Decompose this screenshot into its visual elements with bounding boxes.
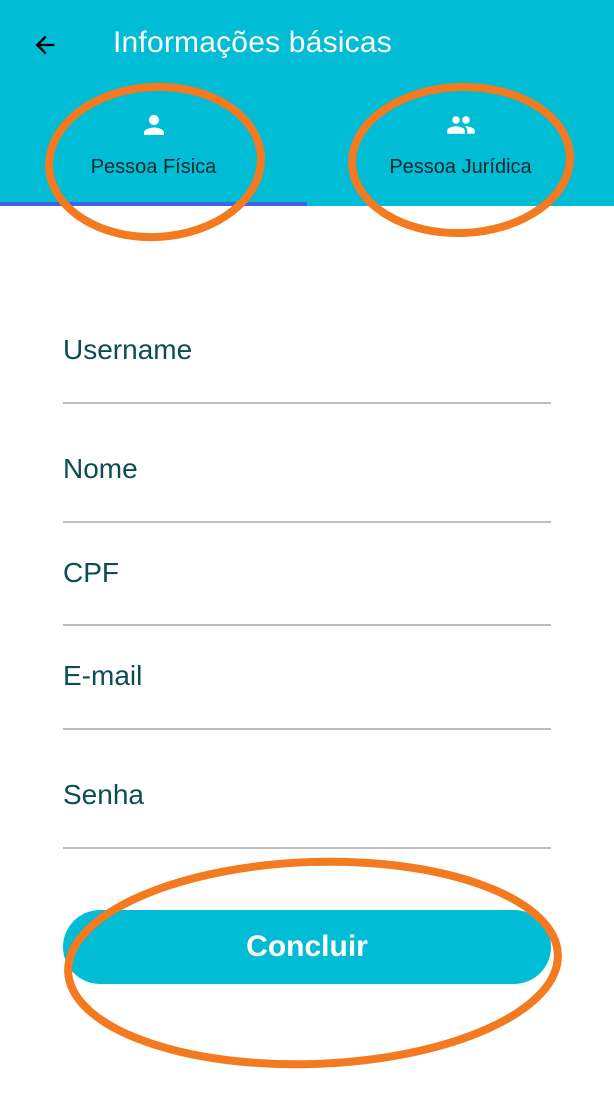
page-title: Informações básicas (113, 26, 392, 59)
concluir-label: Concluir (246, 930, 368, 963)
tab-label: Pessoa Física (90, 156, 217, 178)
arrow-left-icon (35, 35, 55, 55)
people-icon (442, 108, 480, 142)
tab-pessoa-fisica[interactable]: Pessoa Física (0, 100, 307, 206)
senha-input[interactable] (63, 765, 551, 847)
username-field[interactable]: Username (63, 320, 551, 404)
app-bar: Informações básicas Pessoa Física Pessoa… (0, 0, 614, 206)
concluir-button[interactable]: Concluir (63, 910, 551, 984)
nome-field[interactable]: Nome (63, 440, 551, 523)
tab-pessoa-juridica[interactable]: Pessoa Jurídica (307, 100, 614, 206)
email-input[interactable] (63, 648, 551, 728)
person-icon (139, 108, 169, 142)
cpf-field[interactable]: CPF (63, 545, 551, 626)
cpf-input[interactable] (63, 545, 551, 624)
tab-indicator (0, 202, 307, 206)
email-field[interactable]: E-mail (63, 648, 551, 730)
tab-label: Pessoa Jurídica (389, 156, 532, 178)
username-input[interactable] (63, 320, 551, 402)
nome-input[interactable] (63, 440, 551, 521)
back-button[interactable] (22, 22, 68, 68)
senha-field[interactable]: Senha (63, 765, 551, 849)
